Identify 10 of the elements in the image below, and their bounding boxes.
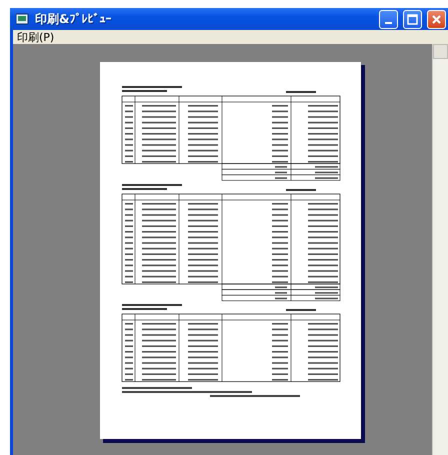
scrollbar[interactable] [432,44,448,455]
app-icon [16,13,30,25]
maximize-button[interactable] [403,10,422,28]
close-icon [431,14,442,24]
menu-item[interactable]: 印刷(P) [17,30,54,44]
maximize-icon [407,14,418,24]
minimize-button[interactable] [379,10,398,28]
window-title: 印刷&ﾌﾟﾚﾋﾞｭｰ [35,10,112,28]
minimize-icon [385,22,392,24]
close-button[interactable] [427,10,446,28]
